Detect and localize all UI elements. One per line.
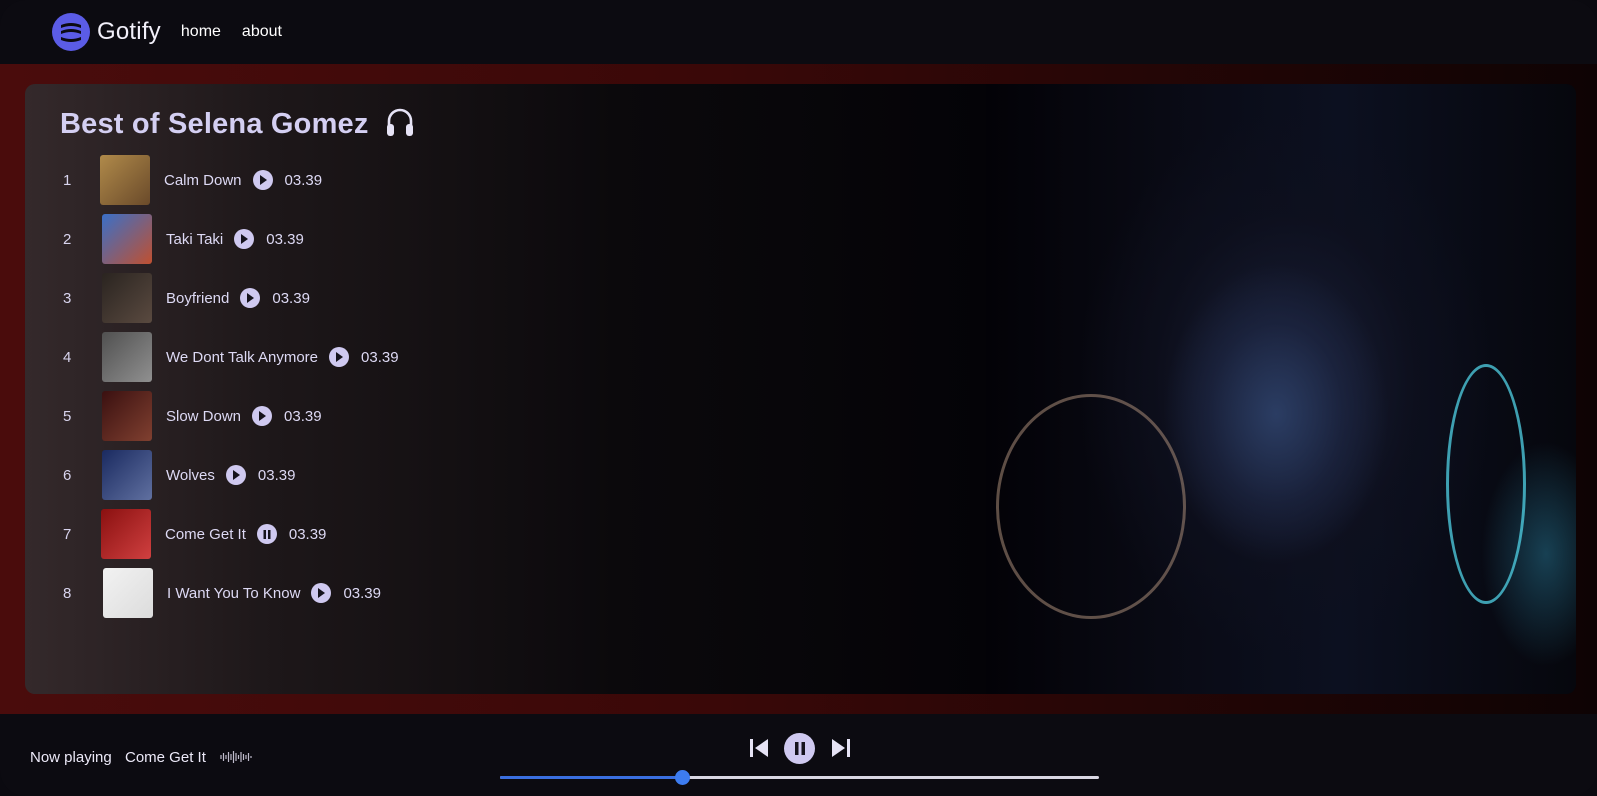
album-cover-image <box>102 332 152 382</box>
progress-handle[interactable] <box>675 770 691 785</box>
earring-left <box>996 394 1186 619</box>
earring-right <box>1446 364 1526 604</box>
album-cover-image <box>102 214 152 264</box>
track-row[interactable]: 3 Boyfriend 03.39 <box>25 272 310 324</box>
play-icon[interactable] <box>240 288 261 308</box>
track-row[interactable]: 7 Come Get It 03.39 <box>25 508 326 560</box>
track-row[interactable]: 2 Taki Taki 03.39 <box>25 213 304 265</box>
track-title[interactable]: Slow Down <box>166 408 241 425</box>
track-number: 7 <box>63 525 72 543</box>
track-duration: 03.39 <box>284 407 322 425</box>
track-duration: 03.39 <box>272 289 310 307</box>
playlist-title: Best of Selena Gomez <box>60 108 369 140</box>
skip-back-icon[interactable] <box>749 738 769 763</box>
pause-icon <box>794 742 805 755</box>
track-duration: 03.39 <box>284 171 323 189</box>
logo-icon[interactable] <box>52 13 90 51</box>
track-title[interactable]: Wolves <box>166 467 215 484</box>
track-number: 6 <box>63 466 72 484</box>
pause-icon[interactable] <box>256 524 277 544</box>
now-playing-label: Now playing <box>30 749 112 766</box>
track-row[interactable]: 5 Slow Down 03.39 <box>25 390 322 442</box>
track-number: 3 <box>63 289 72 307</box>
album-cover-image <box>100 155 150 205</box>
brand-name[interactable]: Gotify <box>97 18 161 46</box>
playlist-panel: Best of Selena Gomez 1 Calm Down 03.39 2 Tak… <box>25 84 1576 694</box>
play-icon[interactable] <box>252 406 273 426</box>
album-cover-image <box>103 568 153 618</box>
playlist-header: Best of Selena Gomez <box>60 106 415 143</box>
skip-forward-icon[interactable] <box>831 738 851 763</box>
track-number: 5 <box>63 407 72 425</box>
album-cover-image <box>102 391 152 441</box>
player-bar: Now playing Come Get It <box>0 714 1597 796</box>
track-row[interactable]: 6 Wolves 03.39 <box>25 449 295 501</box>
progress-fill <box>500 776 683 779</box>
play-icon[interactable] <box>311 583 332 603</box>
artist-hero-image <box>986 84 1576 694</box>
track-duration: 03.39 <box>343 584 381 602</box>
pause-button[interactable] <box>784 733 815 764</box>
track-duration: 03.39 <box>266 230 304 248</box>
album-cover-image <box>102 273 152 323</box>
play-icon[interactable] <box>234 229 255 249</box>
track-number: 1 <box>63 171 72 189</box>
track-number: 8 <box>63 584 72 602</box>
track-title[interactable]: Taki Taki <box>166 231 223 248</box>
play-icon[interactable] <box>329 347 350 367</box>
navbar: Gotify home about <box>0 0 1597 64</box>
track-number: 2 <box>63 230 72 248</box>
main-band: Best of Selena Gomez 1 Calm Down 03.39 2 Tak… <box>0 64 1597 714</box>
track-row[interactable]: 1 Calm Down 03.39 <box>25 154 322 206</box>
album-cover-image <box>101 509 151 559</box>
track-duration: 03.39 <box>361 348 399 366</box>
play-icon[interactable] <box>225 465 246 485</box>
track-title[interactable]: I Want You To Know <box>167 585 300 602</box>
track-title[interactable]: Come Get It <box>165 526 246 543</box>
track-title[interactable]: We Dont Talk Anymore <box>166 349 318 366</box>
track-duration: 03.39 <box>257 466 296 484</box>
nav-link-home[interactable]: home <box>181 23 221 41</box>
headphones-icon <box>385 106 415 143</box>
track-duration: 03.39 <box>288 525 327 543</box>
nav-link-about[interactable]: about <box>242 23 282 41</box>
app-window: Gotify home about Best of Selena Gomez 1… <box>0 0 1597 796</box>
track-number: 4 <box>63 348 72 366</box>
progress-slider[interactable] <box>500 770 1099 785</box>
waveform-icon <box>220 750 252 769</box>
album-cover-image <box>102 450 152 500</box>
track-title[interactable]: Calm Down <box>164 172 242 189</box>
track-title[interactable]: Boyfriend <box>166 290 229 307</box>
track-row[interactable]: 4 We Dont Talk Anymore 03.39 <box>25 331 399 383</box>
play-icon[interactable] <box>252 170 273 190</box>
track-row[interactable]: 8 I Want You To Know 03.39 <box>25 567 381 619</box>
now-playing-title: Come Get It <box>125 749 206 766</box>
